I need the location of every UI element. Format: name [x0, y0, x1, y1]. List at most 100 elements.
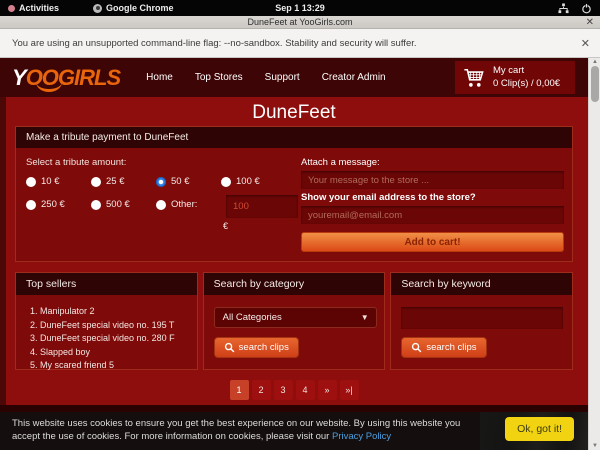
tribute-amount-option-10[interactable]: 10 € — [26, 176, 60, 187]
network-icon[interactable] — [558, 3, 569, 14]
keyword-input[interactable] — [401, 307, 563, 329]
chrome-infobar: You are using an unsupported command-lin… — [0, 29, 600, 58]
focused-app-menu[interactable]: Google Chrome — [85, 0, 182, 16]
logo-text-girls: GIRLS — [58, 65, 120, 90]
currency-label: € — [223, 221, 228, 231]
tribute-amount-option-250[interactable]: 250 € — [26, 199, 65, 210]
search-clips-label: search clips — [239, 342, 289, 353]
tribute-amount-radio-250[interactable] — [26, 200, 36, 210]
cart-summary: 0 Clip(s) / 0,00€ — [493, 78, 560, 91]
top-seller-item[interactable]: DuneFeet special video no. 280 F — [40, 332, 189, 346]
show-email-label: Show your email address to the store? — [301, 192, 476, 203]
message-input[interactable] — [301, 171, 564, 189]
window-close-icon[interactable]: ✕ — [586, 16, 594, 29]
tribute-amount-radio-other[interactable] — [156, 200, 166, 210]
search-clips-button-category[interactable]: search clips — [214, 337, 299, 358]
cookie-message-text: This website uses cookies to ensure you … — [12, 418, 460, 442]
cart-label: My cart — [493, 65, 560, 78]
tribute-amount-option-25[interactable]: 25 € — [91, 176, 125, 187]
tribute-amount-label: 25 € — [106, 176, 125, 187]
tribute-amount-radio-100[interactable] — [221, 177, 231, 187]
logo-text-y: Y — [12, 65, 26, 90]
activities-button[interactable]: Activities — [0, 0, 67, 16]
focused-app-label: Google Chrome — [106, 3, 174, 13]
infobar-close-icon[interactable]: ✕ — [581, 37, 590, 50]
infobar-message: You are using an unsupported command-lin… — [12, 38, 417, 49]
page-button-next[interactable]: » — [318, 380, 337, 400]
cookie-accept-button[interactable]: Ok, got it! — [505, 417, 574, 441]
power-icon[interactable] — [581, 3, 592, 14]
activities-label: Activities — [19, 3, 59, 13]
search-keyword-panel: Search by keyword search clips — [390, 272, 573, 370]
scrollbar-thumb[interactable] — [591, 66, 599, 102]
logo-smile-icon — [36, 82, 62, 92]
tribute-amount-radio-50[interactable] — [156, 177, 166, 187]
tribute-amount-label: 250 € — [41, 199, 65, 210]
tribute-amount-label: 100 € — [236, 176, 260, 187]
add-to-cart-button[interactable]: Add to cart! — [301, 232, 564, 252]
page-button-2[interactable]: 2 — [252, 380, 271, 400]
scrollbar-down-icon[interactable]: ▼ — [592, 443, 598, 449]
chrome-app-icon — [93, 4, 102, 13]
page-button-last[interactable]: »| — [340, 380, 359, 400]
other-amount-input[interactable] — [226, 195, 298, 218]
tribute-amount-option-100[interactable]: 100 € — [221, 176, 260, 187]
tribute-amount-radio-25[interactable] — [91, 177, 101, 187]
nav-item-top-stores[interactable]: Top Stores — [195, 72, 243, 83]
top-seller-item[interactable]: Manipulator 2 — [40, 305, 189, 319]
search-icon — [224, 342, 235, 353]
top-sellers-header: Top sellers — [16, 273, 197, 295]
site-header: YOOGIRLS Home Top Stores Support Creator… — [0, 58, 588, 97]
search-category-header: Search by category — [204, 273, 385, 295]
system-top-bar: Activities Google Chrome Sep 1 13:29 — [0, 0, 600, 16]
cookie-banner: This website uses cookies to ensure you … — [0, 412, 588, 450]
chevron-down-icon: ▼ — [361, 313, 369, 322]
tribute-amount-option-50[interactable]: 50 € — [156, 176, 190, 187]
tribute-select-label: Select a tribute amount: — [26, 157, 126, 168]
privacy-policy-link[interactable]: Privacy Policy — [332, 431, 391, 442]
top-seller-item[interactable]: Slapped boy — [40, 346, 189, 360]
page-button-1[interactable]: 1 — [230, 380, 249, 400]
page-button-3[interactable]: 3 — [274, 380, 293, 400]
cart-widget[interactable]: My cart 0 Clip(s) / 0,00€ — [455, 61, 575, 94]
nav-item-support[interactable]: Support — [265, 72, 300, 83]
page-viewport: YOOGIRLS Home Top Stores Support Creator… — [0, 58, 600, 450]
category-dropdown-value: All Categories — [223, 312, 282, 323]
site-logo[interactable]: YOOGIRLS — [12, 65, 120, 91]
cookie-message: This website uses cookies to ensure you … — [12, 417, 484, 443]
tribute-amount-label: 500 € — [106, 199, 130, 210]
tribute-panel-header: Make a tribute payment to DuneFeet — [16, 127, 572, 148]
search-category-panel: Search by category All Categories ▼ sear… — [203, 272, 386, 370]
activities-indicator-icon — [8, 5, 15, 12]
tribute-panel: Make a tribute payment to DuneFeet Selec… — [15, 126, 573, 262]
page-title: DuneFeet — [0, 102, 588, 124]
top-sellers-panel: Top sellers Manipulator 2 DuneFeet speci… — [15, 272, 198, 370]
pagination: 1 2 3 4 » »| — [0, 380, 588, 400]
nav-item-creator-admin[interactable]: Creator Admin — [322, 72, 386, 83]
search-keyword-header: Search by keyword — [391, 273, 572, 295]
tribute-amount-label: 50 € — [171, 176, 190, 187]
tribute-amount-radio-10[interactable] — [26, 177, 36, 187]
search-clips-label: search clips — [426, 342, 476, 353]
top-seller-item[interactable]: My scared friend 5 — [40, 359, 189, 373]
email-input[interactable] — [301, 206, 564, 224]
search-icon — [411, 342, 422, 353]
page-button-4[interactable]: 4 — [296, 380, 315, 400]
tribute-amount-option-500[interactable]: 500 € — [91, 199, 130, 210]
window-title: DuneFeet at YooGirls.com — [247, 17, 352, 27]
tribute-amount-radio-500[interactable] — [91, 200, 101, 210]
top-sellers-list: Manipulator 2 DuneFeet special video no.… — [40, 305, 189, 373]
top-seller-item[interactable]: DuneFeet special video no. 195 T — [40, 319, 189, 333]
tribute-amount-label: Other: — [171, 199, 197, 210]
category-dropdown[interactable]: All Categories ▼ — [214, 307, 377, 328]
nav-item-home[interactable]: Home — [146, 72, 173, 83]
tribute-amount-option-other[interactable]: Other: — [156, 199, 197, 210]
main-nav: Home Top Stores Support Creator Admin — [146, 72, 385, 83]
cart-icon — [463, 67, 485, 89]
attach-message-label: Attach a message: — [301, 157, 380, 168]
window-title-bar: DuneFeet at YooGirls.com ✕ — [0, 16, 600, 29]
scrollbar-up-icon[interactable]: ▲ — [592, 59, 598, 65]
bottom-panels-row: Top sellers Manipulator 2 DuneFeet speci… — [15, 272, 573, 370]
browser-scrollbar[interactable]: ▲ ▼ — [588, 58, 600, 450]
search-clips-button-keyword[interactable]: search clips — [401, 337, 486, 358]
